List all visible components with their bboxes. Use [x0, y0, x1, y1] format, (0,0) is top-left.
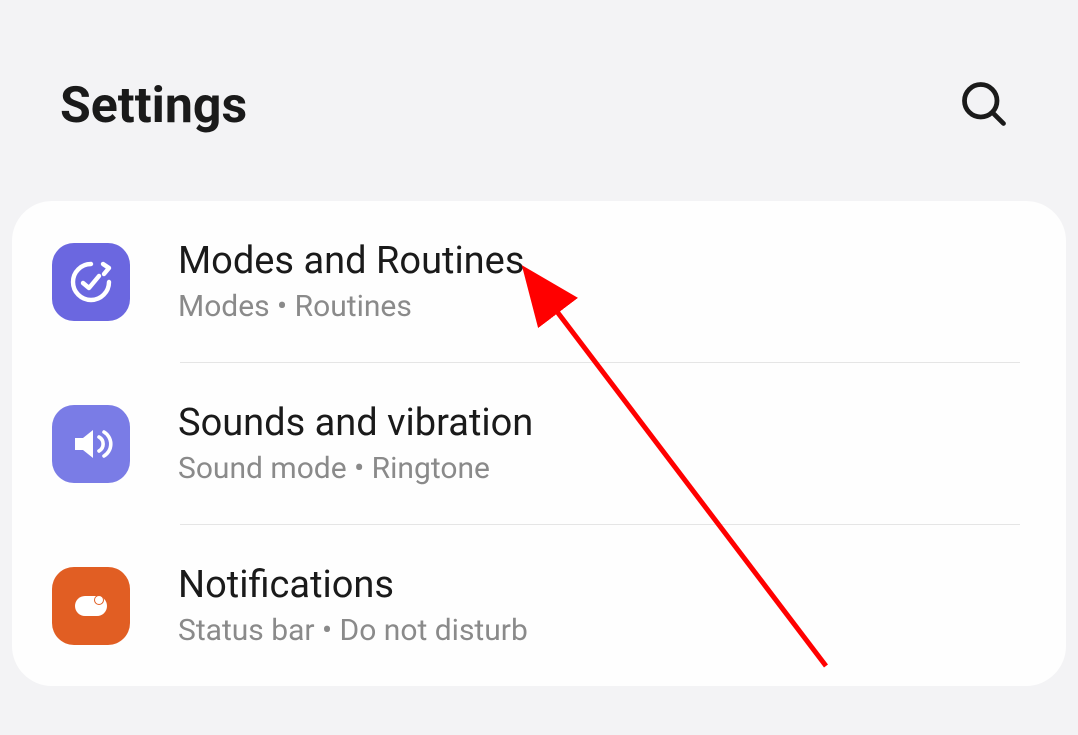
item-subtitle: Sound mode • Ringtone	[178, 451, 533, 486]
item-title: Modes and Routines	[178, 239, 524, 283]
header: Settings	[0, 0, 1078, 191]
item-text: Sounds and vibration Sound mode • Ringto…	[178, 401, 533, 486]
search-button[interactable]	[950, 70, 1018, 141]
item-text: Notifications Status bar • Do not distur…	[178, 563, 528, 648]
sounds-icon	[52, 405, 130, 483]
settings-item-sounds-vibration[interactable]: Sounds and vibration Sound mode • Ringto…	[12, 363, 1066, 524]
settings-item-modes-routines[interactable]: Modes and Routines Modes • Routines	[12, 201, 1066, 362]
page-title: Settings	[60, 77, 247, 135]
item-title: Notifications	[178, 563, 528, 607]
search-icon	[958, 118, 1010, 133]
modes-routines-icon	[52, 243, 130, 321]
settings-card: Modes and Routines Modes • Routines Soun…	[12, 201, 1066, 686]
item-subtitle: Modes • Routines	[178, 289, 524, 324]
item-subtitle: Status bar • Do not disturb	[178, 613, 528, 648]
settings-item-notifications[interactable]: Notifications Status bar • Do not distur…	[12, 525, 1066, 686]
notifications-icon	[52, 567, 130, 645]
item-title: Sounds and vibration	[178, 401, 533, 445]
item-text: Modes and Routines Modes • Routines	[178, 239, 524, 324]
